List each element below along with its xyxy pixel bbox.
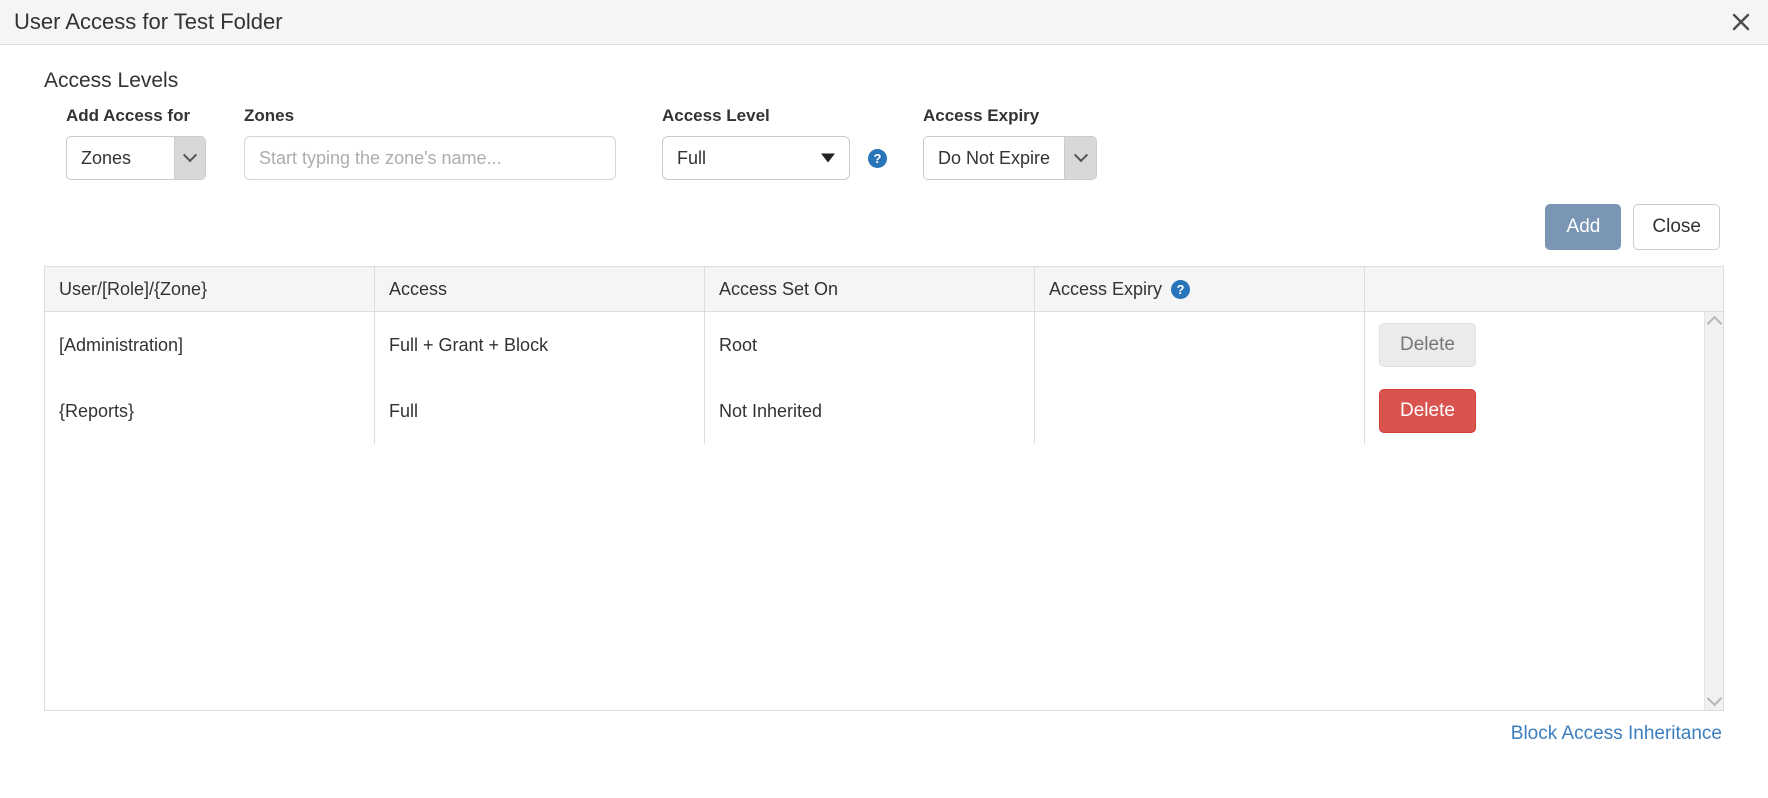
add-access-for-field: Add Access for Zones	[66, 107, 206, 180]
access-level-label: Access Level	[662, 106, 770, 125]
add-access-for-label: Add Access for	[66, 106, 191, 125]
chevron-up-icon[interactable]	[1706, 315, 1722, 332]
column-header-access-set-on: Access Set On	[705, 267, 1035, 311]
cell-access-set-on: Root	[705, 312, 1035, 378]
cell-access: Full + Grant + Block	[375, 312, 705, 378]
zones-field: Zones	[244, 107, 616, 180]
access-table: User/[Role]/{Zone} Access Access Set On …	[44, 266, 1724, 711]
table-header-row: User/[Role]/{Zone} Access Access Set On …	[45, 267, 1723, 312]
table-body: [Administration] Full + Grant + Block Ro…	[45, 312, 1723, 444]
chevron-down-icon	[1064, 137, 1097, 179]
access-level-select[interactable]: Full	[662, 136, 850, 180]
column-header-access-expiry-label: Access Expiry	[1049, 278, 1163, 299]
column-header-user: User/[Role]/{Zone}	[45, 267, 375, 311]
block-access-inheritance-link[interactable]: Block Access Inheritance	[1511, 723, 1722, 745]
table-row: [Administration] Full + Grant + Block Ro…	[45, 312, 1723, 378]
cell-access: Full	[375, 378, 705, 444]
add-access-for-value: Zones	[81, 147, 132, 168]
close-icon[interactable]	[1728, 9, 1754, 35]
cell-actions: Delete	[1365, 378, 1723, 444]
access-expiry-label: Access Expiry	[923, 106, 1040, 125]
help-circle-icon[interactable]: ?	[868, 149, 887, 168]
dialog-body: Access Levels Add Access for Zones Zones…	[0, 69, 1768, 745]
cell-access-expiry	[1035, 378, 1365, 444]
access-level-field: Access Level Full	[662, 107, 850, 180]
access-level-help-wrap: ?	[868, 149, 887, 168]
dialog-titlebar: User Access for Test Folder	[0, 0, 1768, 45]
delete-button[interactable]: Delete	[1379, 389, 1476, 433]
zones-label: Zones	[244, 106, 295, 125]
add-access-for-select[interactable]: Zones	[66, 136, 206, 180]
cell-user: [Administration]	[45, 312, 375, 378]
access-form-row: Add Access for Zones Zones Access Level …	[44, 107, 1724, 180]
cell-access-set-on: Not Inherited	[705, 378, 1035, 444]
column-header-actions	[1365, 267, 1723, 311]
cell-user: {Reports}	[45, 378, 375, 444]
chevron-down-icon[interactable]	[1706, 690, 1722, 707]
access-expiry-select[interactable]: Do Not Expire	[923, 136, 1098, 180]
delete-button: Delete	[1379, 323, 1476, 367]
access-expiry-field: Access Expiry Do Not Expire	[923, 106, 1098, 180]
table-row: {Reports} Full Not Inherited Delete	[45, 378, 1723, 444]
triangle-down-icon	[821, 153, 835, 163]
page-title: User Access for Test Folder	[14, 9, 283, 34]
action-buttons: Add Close	[44, 204, 1724, 250]
cell-access-expiry	[1035, 312, 1365, 378]
chevron-down-icon	[173, 137, 205, 179]
access-level-value: Full	[677, 147, 707, 168]
help-circle-icon[interactable]: ?	[1171, 279, 1191, 299]
footer: Block Access Inheritance	[44, 723, 1724, 745]
table-scrollbar[interactable]	[1704, 312, 1723, 710]
access-expiry-value: Do Not Expire	[938, 147, 1051, 168]
section-title: Access Levels	[44, 69, 179, 92]
zones-input[interactable]	[244, 136, 616, 180]
add-button[interactable]: Add	[1545, 204, 1622, 250]
close-button[interactable]: Close	[1633, 204, 1720, 250]
column-header-access-expiry: Access Expiry ?	[1035, 267, 1365, 311]
column-header-access: Access	[375, 267, 705, 311]
cell-actions: Delete	[1365, 312, 1723, 378]
